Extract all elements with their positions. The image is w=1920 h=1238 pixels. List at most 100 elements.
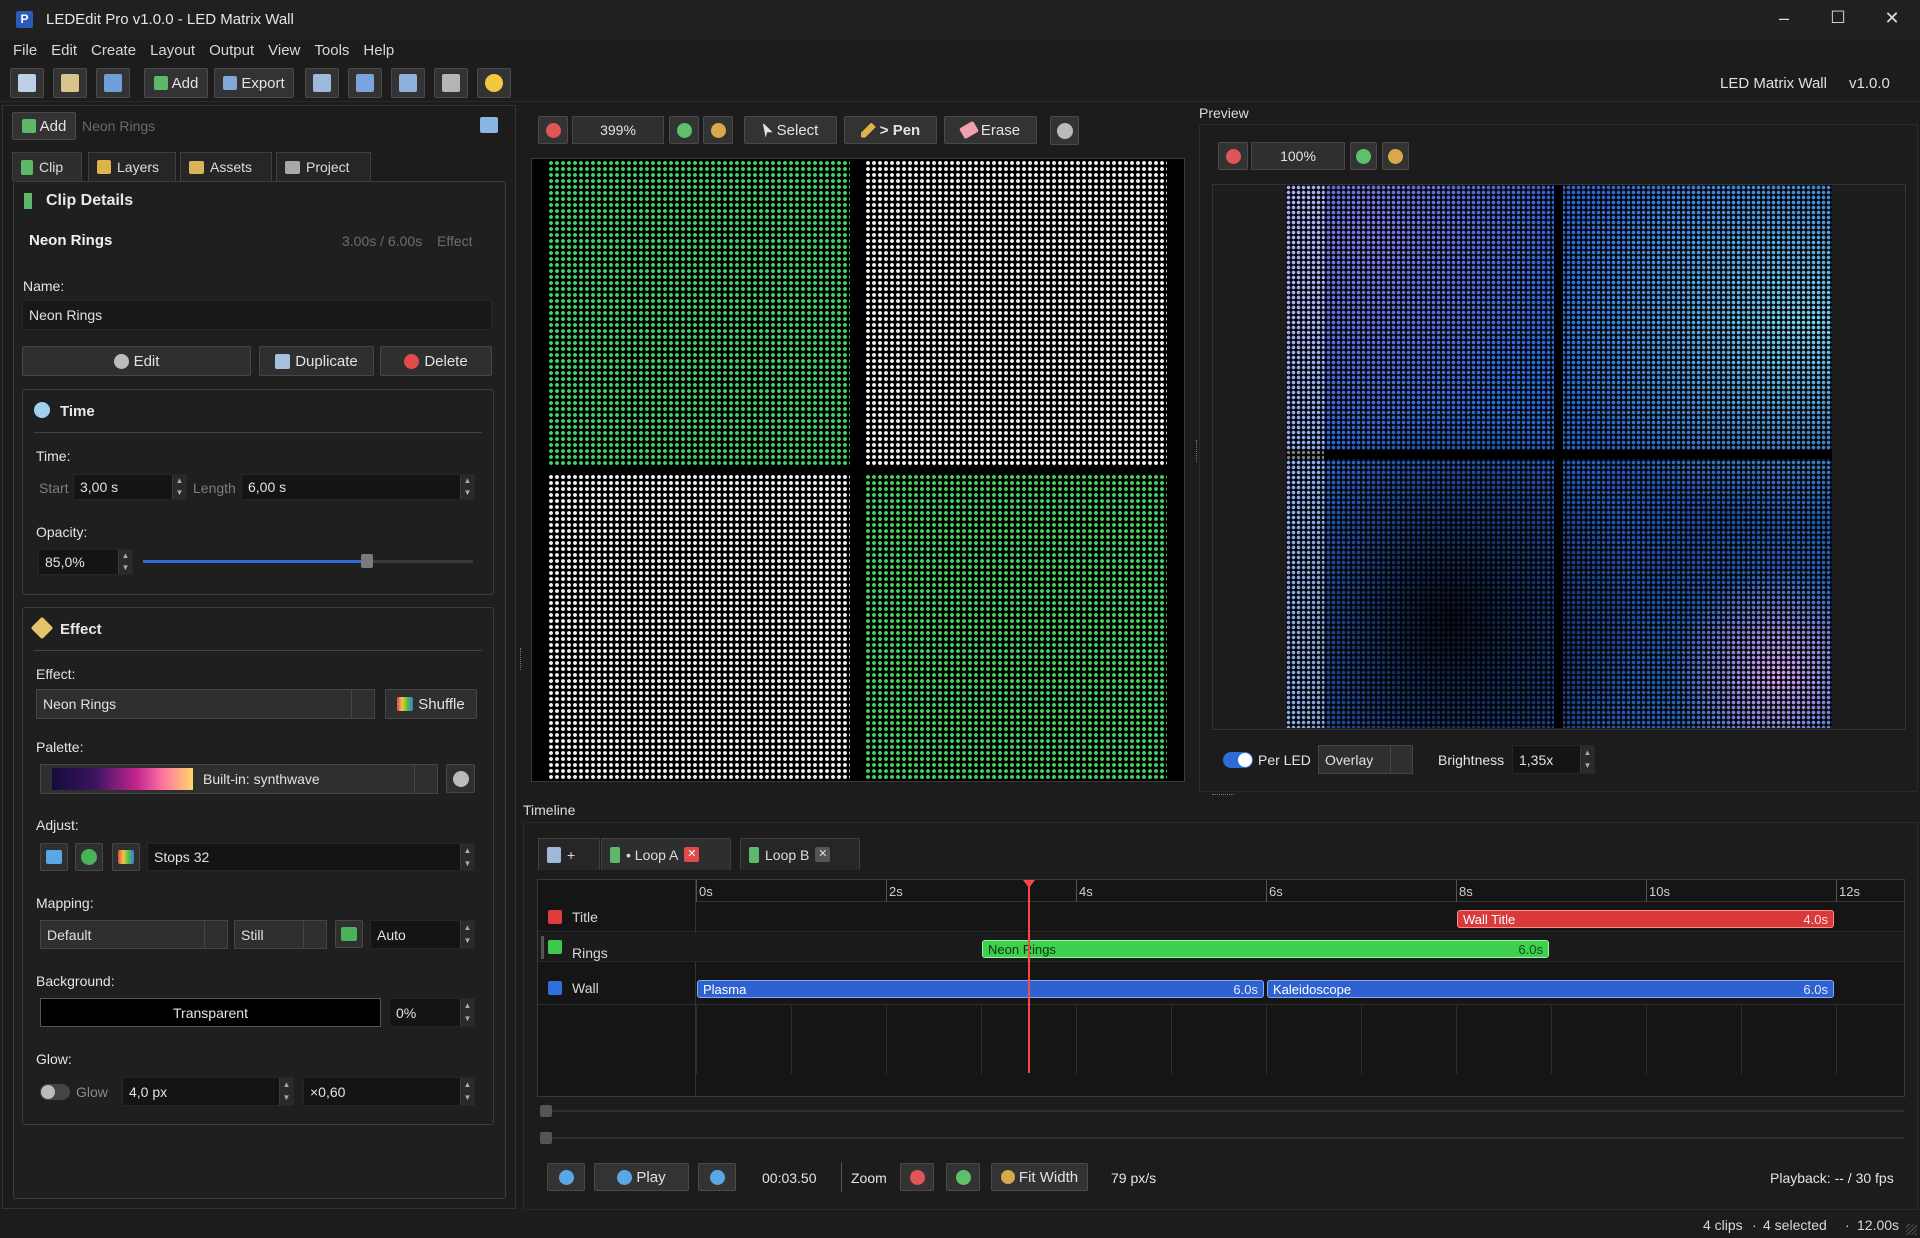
erase-tool-button[interactable]: Erase <box>944 116 1037 144</box>
start-spinner[interactable]: ▲ ▼ <box>172 475 186 499</box>
preview-zoom-out-button[interactable] <box>1218 142 1248 170</box>
menu-help[interactable]: Help <box>356 40 401 64</box>
auto-spinner[interactable]: ▲ ▼ <box>460 921 474 948</box>
play-button[interactable]: Play <box>594 1163 689 1191</box>
cycle-button[interactable] <box>75 843 103 871</box>
toolbar-add-button[interactable]: Add <box>144 68 208 98</box>
toolbar-export-button[interactable]: Export <box>214 68 294 98</box>
preview-zoom-fit-button[interactable] <box>1382 142 1409 170</box>
playhead[interactable] <box>1022 880 1035 1073</box>
background-color-button[interactable]: Transparent <box>40 998 381 1027</box>
stops-spinner[interactable]: ▲ ▼ <box>460 844 474 870</box>
palette-select-arrow[interactable] <box>414 764 438 794</box>
select-tool-button[interactable]: Select <box>744 116 837 144</box>
menu-tools[interactable]: Tools <box>307 40 356 64</box>
brightness-spinner[interactable]: ▲ ▼ <box>1580 746 1594 773</box>
playhead-handle[interactable] <box>1022 880 1035 888</box>
mode-select-arrow[interactable] <box>303 920 327 949</box>
tab-clip[interactable]: Clip <box>12 152 82 181</box>
start-field[interactable]: 3,00 s <box>73 474 187 500</box>
timeline-zoom-in-button[interactable] <box>946 1163 980 1191</box>
horizontal-scrollbar-1[interactable] <box>540 1105 1904 1117</box>
palette-settings-button[interactable] <box>446 764 475 793</box>
mapping-select[interactable]: Default <box>40 920 228 949</box>
menu-file[interactable]: File <box>6 40 44 64</box>
levels-button[interactable] <box>434 68 468 98</box>
timeline-zoom-out-button[interactable] <box>900 1163 934 1191</box>
editor-zoom-fit-button[interactable] <box>703 116 733 144</box>
glow-px-field[interactable]: 4,0 px <box>122 1077 294 1106</box>
panel-add-button[interactable]: Add <box>12 112 76 140</box>
editor-zoom-in-button[interactable] <box>669 116 699 144</box>
scroll-handle-1[interactable] <box>540 1105 552 1117</box>
led-quadrant-top-left[interactable] <box>548 160 850 465</box>
layout-a-button[interactable] <box>305 68 339 98</box>
length-field[interactable]: 6,00 s <box>241 474 475 500</box>
open-button[interactable] <box>53 68 87 98</box>
close-button[interactable]: ✕ <box>1872 8 1912 32</box>
led-quadrant-bottom-left[interactable] <box>548 474 850 779</box>
editor-zoom-field[interactable]: 399% <box>572 116 664 144</box>
menu-layout[interactable]: Layout <box>143 40 202 64</box>
edit-button[interactable]: Edit <box>22 346 251 376</box>
clip-search-input[interactable]: Neon Rings <box>82 118 155 134</box>
menu-edit[interactable]: Edit <box>44 40 84 64</box>
resize-grip-icon[interactable] <box>1906 1224 1917 1235</box>
shuffle-button[interactable]: Shuffle <box>385 689 477 719</box>
minimize-button[interactable]: – <box>1764 8 1804 32</box>
preview-zoom-in-button[interactable] <box>1350 142 1377 170</box>
opacity-spinner[interactable]: ▲ ▼ <box>118 550 132 574</box>
pen-tool-button[interactable]: > Pen <box>844 116 937 144</box>
skip-back-button[interactable] <box>547 1163 585 1191</box>
timeline-clip[interactable]: Wall Title 4.0s <box>1457 910 1834 928</box>
effect-select[interactable]: Neon Rings <box>36 689 375 719</box>
glow-mult-spinner[interactable]: ▲ ▼ <box>460 1078 474 1105</box>
panel-layout-icon[interactable] <box>480 117 498 133</box>
glow-mult-field[interactable]: ×0,60 <box>303 1077 475 1106</box>
timeline-clip[interactable]: Kaleidoscope 6.0s <box>1267 980 1834 998</box>
tab-layers[interactable]: Layers <box>88 152 176 181</box>
new-file-button[interactable] <box>10 68 44 98</box>
preview-zoom-field[interactable]: 100% <box>1251 142 1345 170</box>
effect-select-arrow[interactable] <box>351 689 375 719</box>
layout-b-button[interactable] <box>348 68 382 98</box>
mapping-select-arrow[interactable] <box>204 920 228 949</box>
close-loop-a-icon[interactable]: ✕ <box>684 847 700 862</box>
close-loop-b-icon[interactable]: ✕ <box>815 847 831 862</box>
scroll-handle-2[interactable] <box>540 1132 552 1144</box>
tab-loop-b[interactable]: Loop B ✕ <box>740 838 860 870</box>
tab-loop-a[interactable]: • Loop A ✕ <box>601 838 731 870</box>
preview-splitter-handle[interactable] <box>1212 794 1234 797</box>
editor-zoom-out-button[interactable] <box>538 116 568 144</box>
per-led-toggle[interactable] <box>1223 752 1253 768</box>
blend-mode-select-arrow[interactable] <box>1390 745 1413 774</box>
glow-px-spinner[interactable]: ▲ ▼ <box>279 1078 293 1105</box>
stops-field[interactable]: Stops 32 <box>147 843 475 871</box>
horizontal-scrollbar-2[interactable] <box>540 1132 1904 1144</box>
led-quadrant-top-right[interactable] <box>865 160 1167 465</box>
hint-button[interactable] <box>477 68 511 98</box>
opacity-slider-track[interactable] <box>143 554 473 568</box>
timeline-add-tab[interactable]: + <box>538 838 600 870</box>
led-quadrant-bottom-right[interactable] <box>865 474 1167 779</box>
tab-assets[interactable]: Assets <box>180 152 272 181</box>
duplicate-button[interactable]: Duplicate <box>259 346 374 376</box>
menu-output[interactable]: Output <box>202 40 261 64</box>
length-spinner[interactable]: ▲ ▼ <box>460 475 474 499</box>
clip-name-field[interactable]: Neon Rings <box>22 300 492 330</box>
glow-toggle[interactable] <box>40 1084 70 1100</box>
opacity-slider-handle[interactable] <box>361 554 374 568</box>
timeline-clip[interactable]: Plasma 6.0s <box>697 980 1264 998</box>
layout-c-button[interactable] <box>391 68 425 98</box>
background-pct-spinner[interactable]: ▲ ▼ <box>460 999 474 1026</box>
reverse-button[interactable] <box>40 843 68 871</box>
editor-settings-button[interactable] <box>1050 116 1079 145</box>
rainbow-button[interactable] <box>112 843 140 871</box>
menu-create[interactable]: Create <box>84 40 143 64</box>
save-button[interactable] <box>96 68 130 98</box>
randomize-button[interactable] <box>335 920 363 948</box>
maximize-button[interactable]: ☐ <box>1818 8 1858 32</box>
delete-button[interactable]: Delete <box>380 346 492 376</box>
tab-project[interactable]: Project <box>276 152 371 181</box>
fit-width-button[interactable]: Fit Width <box>991 1163 1088 1191</box>
